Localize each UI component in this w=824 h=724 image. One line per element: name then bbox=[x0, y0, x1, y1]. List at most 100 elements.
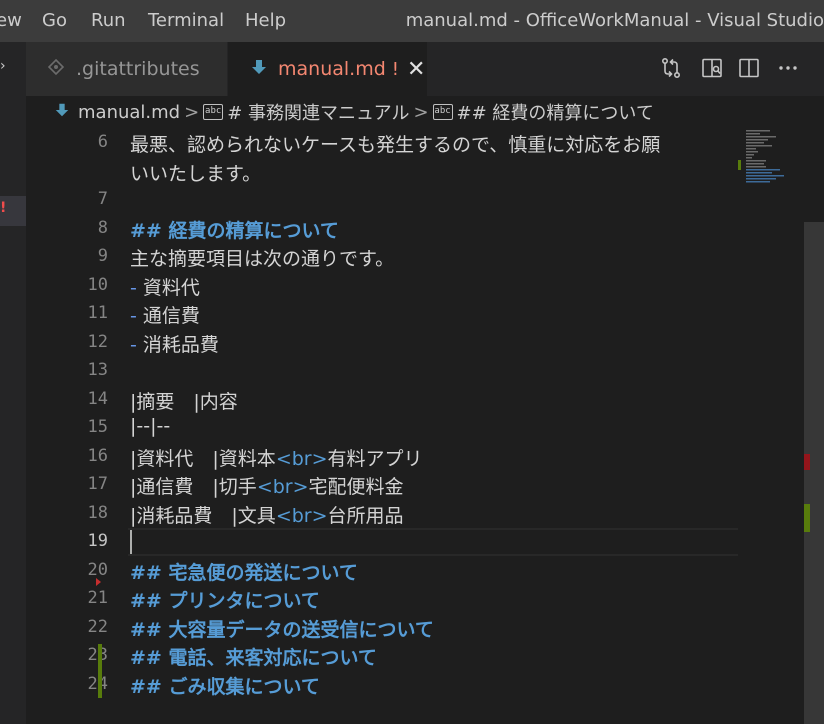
string-symbol-icon: abc bbox=[432, 104, 453, 120]
line-text-heading: ## ごみ収集について bbox=[130, 675, 320, 698]
tab-label: manual.md bbox=[278, 58, 386, 80]
line-number: 21 bbox=[87, 588, 108, 608]
editor-line[interactable]: 15 |--|-- bbox=[26, 413, 738, 442]
tab-gitattributes[interactable]: .gitattributes bbox=[26, 42, 228, 96]
split-editor-icon[interactable] bbox=[737, 56, 763, 82]
line-text: |摘要 |内容 bbox=[130, 390, 238, 413]
breadcrumb-separator: > bbox=[413, 101, 429, 123]
line-number: 16 bbox=[87, 445, 108, 466]
line-number: 20 bbox=[87, 559, 108, 580]
tab-manual-md[interactable]: manual.md ! ✕ bbox=[228, 42, 427, 96]
line-text-list: - 資料代 bbox=[130, 273, 200, 300]
line-text: 主な摘要項目は次の通りです。 bbox=[130, 248, 395, 270]
editor-line[interactable]: 9 主な摘要項目は次の通りです。 bbox=[26, 242, 738, 271]
menu-item-run[interactable]: Run bbox=[91, 10, 126, 31]
line-number: 13 bbox=[87, 360, 108, 380]
line-text-list: - 通信費 bbox=[130, 301, 200, 328]
editor-line[interactable]: 21 ## プリンタについて bbox=[26, 584, 738, 613]
line-number: 9 bbox=[97, 246, 108, 266]
editor-line[interactable]: 17 |通信費 |切手<br>宅配便料金 bbox=[26, 470, 738, 499]
markdown-arrow-icon bbox=[250, 58, 272, 81]
git-added-marker[interactable] bbox=[98, 644, 102, 698]
editor-line-current[interactable]: 19 bbox=[26, 527, 738, 556]
window-title: manual.md - OfficeWorkManual - Visual St… bbox=[405, 10, 824, 31]
line-text-heading: ## プリンタについて bbox=[130, 590, 320, 612]
line-text-heading: ## 電話、来客対応について bbox=[130, 647, 377, 669]
close-icon[interactable]: ✕ bbox=[407, 57, 425, 82]
editor-line[interactable]: 13 bbox=[26, 356, 738, 385]
line-text-list: - 消耗品費 bbox=[130, 330, 219, 357]
menu-item-go[interactable]: Go bbox=[42, 10, 67, 31]
line-text: 最悪、認められないケースも発生するので、慎重に対応をお願 bbox=[130, 134, 661, 156]
list-item-text: 消耗品費 bbox=[136, 333, 219, 356]
scrollbar-thumb[interactable] bbox=[804, 222, 824, 724]
open-preview-icon[interactable] bbox=[700, 56, 726, 82]
table-cell-text: |消耗品費 |文具 bbox=[130, 504, 276, 527]
editor-line[interactable]: 24 ## ごみ収集について bbox=[26, 670, 738, 699]
editor-line[interactable]: 6 最悪、認められないケースも発生するので、慎重に対応をお願 bbox=[26, 128, 738, 157]
breadcrumb-section-1[interactable]: abc # 事務関連マニュアル bbox=[203, 99, 409, 125]
line-number: 11 bbox=[87, 303, 108, 323]
tab-bar: .gitattributes manual.md ! ✕ bbox=[26, 42, 824, 96]
chevron-right-icon[interactable]: › bbox=[0, 58, 6, 74]
line-number: 10 bbox=[87, 274, 108, 295]
code-editor[interactable]: 6 最悪、認められないケースも発生するので、慎重に対応をお願 いいたします。 7… bbox=[26, 128, 800, 724]
line-number: 12 bbox=[87, 331, 108, 352]
editor-line[interactable]: 16 |資料代 |資料本<br>有料アプリ bbox=[26, 442, 738, 471]
tab-status-warning: ! bbox=[391, 58, 399, 80]
warning-badge: ! bbox=[0, 200, 7, 216]
line-text-heading: ## 大容量データの送受信について bbox=[130, 618, 434, 641]
breadcrumb-file[interactable]: manual.md bbox=[54, 102, 180, 123]
editor-line[interactable]: 23 ## 電話、来客対応について bbox=[26, 641, 738, 670]
editor-line[interactable]: 11 - 通信費 bbox=[26, 299, 738, 328]
editor-line[interactable]: 20 ## 宅急便の発送について bbox=[26, 556, 738, 585]
list-marker: - bbox=[130, 276, 137, 299]
line-number: 7 bbox=[97, 189, 108, 209]
html-br-tag: <br> bbox=[275, 447, 328, 470]
table-cell-text: |通信費 |切手 bbox=[130, 476, 257, 498]
line-number: 17 bbox=[87, 474, 108, 494]
open-changes-icon[interactable] bbox=[659, 56, 685, 82]
string-symbol-icon: abc bbox=[203, 104, 224, 120]
markdown-arrow-icon bbox=[54, 102, 70, 123]
line-text-heading: ## 経費の精算について bbox=[130, 219, 339, 242]
list-marker: - bbox=[130, 305, 137, 327]
menu-item-help[interactable]: Help bbox=[245, 10, 286, 31]
table-cell-text: |資料代 |資料本 bbox=[130, 447, 276, 470]
editor-line[interactable]: 7 bbox=[26, 185, 738, 214]
line-text: |資料代 |資料本<br>有料アプリ bbox=[130, 444, 423, 471]
breadcrumb-separator: > bbox=[184, 101, 200, 123]
editor-line[interactable]: 8 ## 経費の精算について bbox=[26, 214, 738, 243]
line-number: 22 bbox=[87, 616, 108, 637]
editor-line[interactable]: 18 |消耗品費 |文具<br>台所用品 bbox=[26, 499, 738, 528]
editor-line[interactable]: 22 ## 大容量データの送受信について bbox=[26, 613, 738, 642]
line-number: 14 bbox=[87, 388, 108, 409]
editor-line[interactable]: 14 |摘要 |内容 bbox=[26, 385, 738, 414]
minimap[interactable] bbox=[738, 128, 804, 724]
line-text: |消耗品費 |文具<br>台所用品 bbox=[130, 501, 404, 528]
menu-item-terminal[interactable]: Terminal bbox=[148, 10, 224, 31]
line-number: 15 bbox=[87, 417, 108, 437]
scrollbar-deleted-marker bbox=[804, 454, 810, 470]
more-actions-icon[interactable] bbox=[776, 56, 802, 82]
html-br-tag: <br> bbox=[275, 504, 328, 527]
line-text-heading: ## 宅急便の発送について bbox=[130, 561, 358, 584]
line-number: 18 bbox=[87, 502, 108, 523]
editor-line[interactable]: いいたします。 bbox=[26, 157, 738, 186]
line-text: |通信費 |切手<br>宅配便料金 bbox=[130, 472, 404, 499]
vertical-scrollbar[interactable] bbox=[804, 128, 824, 724]
editor-line[interactable]: 12 - 消耗品費 bbox=[26, 328, 738, 357]
tab-label: .gitattributes bbox=[76, 58, 200, 80]
list-item-text: 通信費 bbox=[136, 305, 200, 327]
line-number: 6 bbox=[97, 132, 108, 152]
git-deleted-marker[interactable] bbox=[96, 578, 101, 586]
gear-diamond-icon bbox=[47, 58, 70, 80]
editor-line[interactable]: 10 - 資料代 bbox=[26, 271, 738, 300]
breadcrumb-section-2-label: ## 経費の精算について bbox=[456, 103, 654, 124]
menu-item-view[interactable]: ew bbox=[0, 10, 22, 31]
title-bar: ew Go Run Terminal Help manual.md - Offi… bbox=[0, 0, 824, 42]
breadcrumb-section-1-label: # 事務関連マニュアル bbox=[227, 103, 410, 124]
list-marker: - bbox=[130, 333, 137, 356]
breadcrumb-section-2[interactable]: abc ## 経費の精算について bbox=[432, 99, 654, 125]
breadcrumb: manual.md > abc # 事務関連マニュアル > abc ## 経費の… bbox=[26, 96, 824, 128]
